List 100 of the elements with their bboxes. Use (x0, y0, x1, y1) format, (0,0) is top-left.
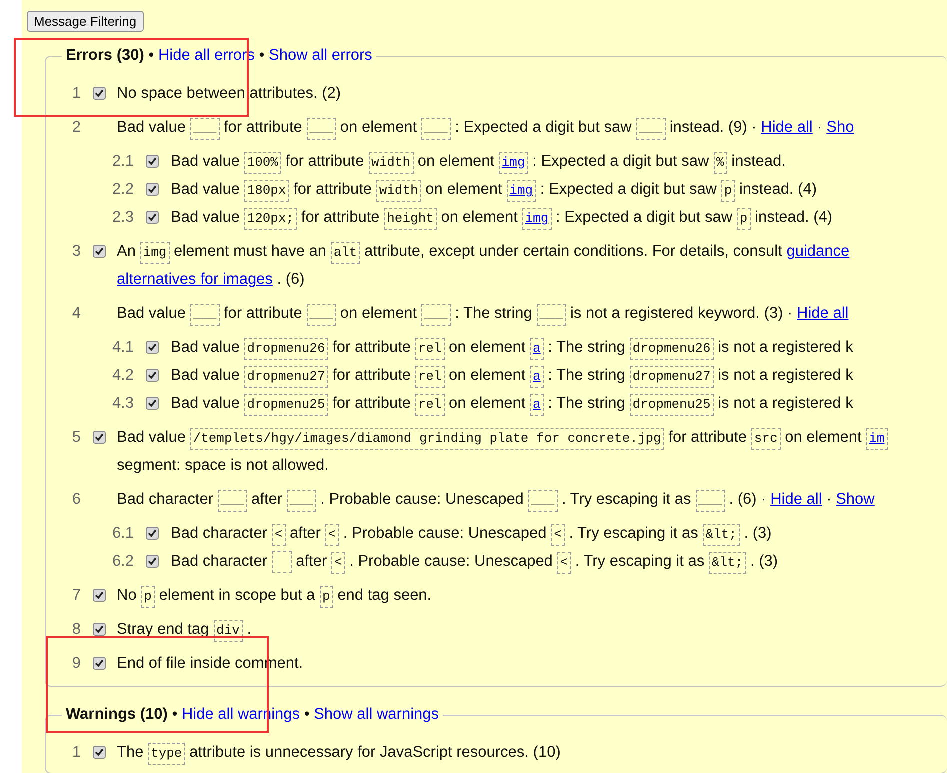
message-text: instead. (4) (755, 209, 833, 226)
message-text: Bad value (117, 305, 186, 322)
link[interactable]: Show (836, 491, 875, 508)
link[interactable]: Sho (826, 119, 854, 136)
checkbox[interactable] (92, 87, 106, 100)
checkbox[interactable] (146, 341, 159, 354)
message-text: on element (340, 305, 418, 322)
message-text: on element (418, 153, 495, 170)
section-title: Errors (30) (66, 47, 144, 64)
code-snippet: p (721, 180, 736, 202)
message-text: after (290, 525, 321, 542)
message-text: on element (441, 209, 518, 226)
code-snippet: type (148, 743, 186, 766)
code-snippet: < (325, 524, 340, 546)
message-text: instead. (9) · (670, 119, 757, 136)
message-text: on element (449, 395, 526, 412)
message-number: 5 (71, 428, 81, 448)
message-text: for attribute (286, 153, 364, 170)
code-snippet: dropmenu27 (244, 366, 328, 388)
link[interactable]: Show all errors (269, 47, 372, 64)
code-link[interactable]: a (530, 338, 544, 360)
code-snippet: ___ (190, 304, 220, 326)
message-text: after (252, 491, 283, 508)
message-text: for attribute (668, 429, 748, 446)
message-number: 8 (71, 620, 81, 640)
code-snippet: ___ (636, 118, 666, 140)
message-text: · (826, 491, 832, 508)
message-number: 2.2 (111, 180, 134, 200)
checkbox[interactable] (146, 527, 159, 540)
message-text: • (304, 706, 310, 724)
link[interactable]: Hide all (797, 305, 849, 322)
message-filtering-button[interactable]: Message Filtering (27, 11, 144, 32)
code-snippet: &lt; (702, 524, 740, 546)
checkbox[interactable] (146, 369, 159, 382)
message-text: is not a registered k (718, 367, 854, 384)
message-text: The (117, 744, 144, 762)
checkbox[interactable] (92, 245, 106, 258)
link[interactable]: Hide all (761, 119, 813, 136)
message-text: on element (449, 367, 526, 384)
code-snippet: ___ (421, 304, 451, 326)
link[interactable]: guidance (786, 243, 850, 260)
message-text: : Expected a digit but saw (556, 209, 733, 226)
code-link[interactable]: img (498, 152, 528, 174)
message-text: segment: space is not allowed. (117, 457, 329, 474)
checkbox[interactable] (146, 155, 159, 168)
message-text: . Try escaping it as (575, 553, 705, 570)
code-link[interactable]: im (866, 428, 888, 450)
code-snippet: ___ (190, 118, 220, 140)
code-snippet: dropmenu25 (244, 394, 328, 416)
message-text: attribute, except under certain conditions. For details, consult (364, 243, 782, 260)
message-number: 6.2 (111, 552, 134, 572)
checkbox[interactable] (92, 431, 106, 444)
code-snippet: < (551, 524, 565, 546)
code-link[interactable]: a (530, 366, 544, 388)
code-link[interactable]: img (522, 208, 552, 230)
message-number: 2 (71, 118, 81, 138)
message-text: . (3) (744, 525, 772, 542)
code-snippet: ___ (421, 118, 451, 140)
code-snippet: rel (415, 338, 445, 360)
message-text: : Expected a digit but saw (532, 153, 710, 170)
code-snippet: p (320, 586, 334, 608)
checkbox[interactable] (146, 183, 159, 196)
message-text: . (247, 621, 252, 638)
checkbox[interactable] (92, 623, 106, 636)
message-text: Bad character (171, 553, 268, 570)
message-text: No space between attributes. (2) (117, 85, 342, 102)
link[interactable]: alternatives for images (117, 271, 273, 288)
checkbox[interactable] (146, 555, 159, 568)
message-text: is not a registered keyword. (3) · (570, 305, 793, 322)
code-snippet: % (714, 152, 728, 174)
checkbox[interactable] (92, 589, 106, 602)
code-link[interactable]: a (530, 394, 544, 416)
code-snippet: < (272, 524, 286, 546)
message-text: element in scope but a (159, 587, 316, 604)
empty-code-box (272, 551, 292, 574)
link[interactable]: Show all warnings (314, 706, 440, 724)
message-text: element must have an (174, 243, 327, 260)
message-text: on element (340, 119, 418, 136)
message-text: : The string (455, 305, 532, 322)
code-link[interactable]: img (506, 180, 536, 202)
code-snippet: &lt; (708, 552, 746, 574)
message-text: end tag seen. (338, 587, 432, 604)
code-snippet: img (140, 242, 170, 264)
message-number: 9 (71, 654, 81, 674)
code-snippet: ___ (306, 304, 336, 326)
checkbox[interactable] (146, 211, 159, 224)
message-number: 4 (71, 304, 81, 324)
message-text: : Expected a digit but saw (540, 181, 718, 198)
message-text: is not a registered k (718, 339, 854, 356)
checkbox[interactable] (92, 746, 106, 760)
message-text: . (3) (750, 553, 778, 570)
message-text: · (817, 119, 822, 136)
checkbox[interactable] (146, 397, 159, 410)
message-text: for attribute (301, 209, 380, 226)
code-snippet: height (384, 208, 437, 230)
message-text: for attribute (224, 305, 302, 322)
checkbox[interactable] (92, 657, 106, 670)
message-text: for attribute (332, 367, 411, 384)
message-text: Bad value (171, 395, 240, 412)
link[interactable]: Hide all (770, 491, 822, 508)
